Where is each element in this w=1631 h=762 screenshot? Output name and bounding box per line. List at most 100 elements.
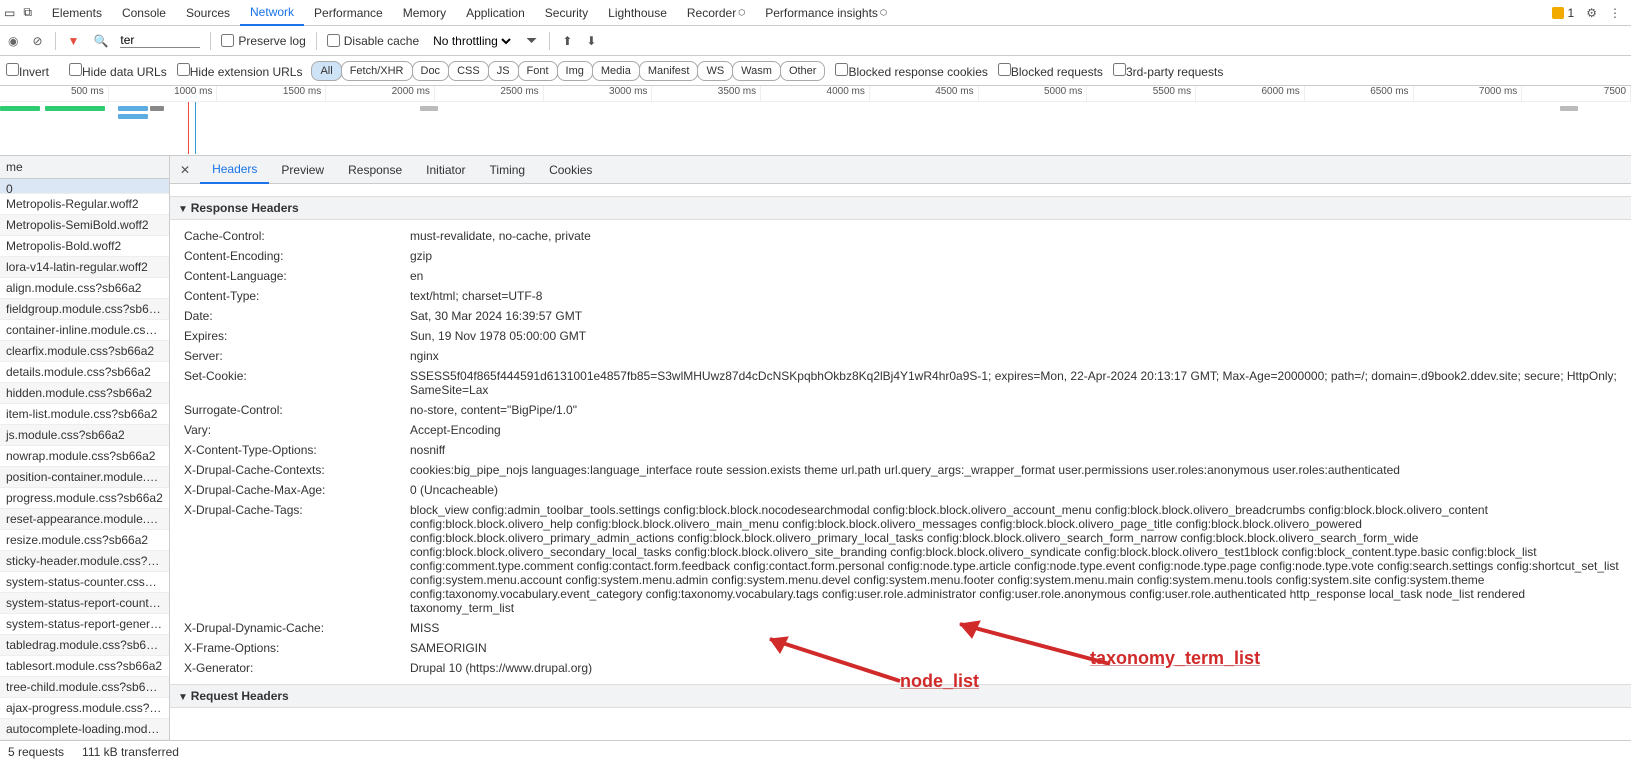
request-row[interactable]: hidden.module.css?sb66a2 (0, 383, 169, 404)
request-row[interactable]: details.module.css?sb66a2 (0, 362, 169, 383)
request-row[interactable]: nowrap.module.css?sb66a2 (0, 446, 169, 467)
filter-icon[interactable]: ▼ (66, 34, 82, 48)
request-row[interactable]: Metropolis-SemiBold.woff2 (0, 215, 169, 236)
type-chip-wasm[interactable]: Wasm (732, 61, 781, 81)
tab-network[interactable]: Network (240, 0, 304, 26)
tab-lighthouse[interactable]: Lighthouse (598, 0, 677, 26)
header-value: Sun, 19 Nov 1978 05:00:00 GMT (410, 329, 1621, 343)
subtab-initiator[interactable]: Initiator (414, 156, 477, 184)
inspect-icon[interactable]: ▭ (4, 6, 15, 20)
network-timeline[interactable]: 500 ms1000 ms1500 ms2000 ms2500 ms3000 m… (0, 86, 1631, 156)
type-chip-all[interactable]: All (311, 61, 341, 81)
tab-elements[interactable]: Elements (42, 0, 112, 26)
type-chip-js[interactable]: JS (488, 61, 519, 81)
type-chip-img[interactable]: Img (557, 61, 593, 81)
header-key: Content-Language: (180, 269, 410, 283)
request-row[interactable]: system-status-report-gener… (0, 614, 169, 635)
timeline-marker-blue (195, 102, 196, 154)
header-value: 0 (Uncacheable) (410, 483, 1621, 497)
timeline-bar (45, 106, 105, 111)
throttling-select[interactable]: No throttling (429, 33, 514, 49)
tab-recorder[interactable]: Recorder⬡ (677, 0, 755, 26)
request-row[interactable]: Metropolis-Regular.woff2 (0, 194, 169, 215)
request-row[interactable]: tree-child.module.css?sb66… (0, 677, 169, 698)
request-row[interactable]: sticky-header.module.css?s… (0, 551, 169, 572)
type-chip-fetch-xhr[interactable]: Fetch/XHR (341, 61, 413, 81)
filter-input[interactable] (120, 33, 200, 48)
separator (55, 32, 56, 50)
hide-data-checkbox[interactable]: Hide data URLs (69, 63, 167, 79)
tab-performance-insights[interactable]: Performance insights⬡ (755, 0, 897, 26)
header-row: X-Drupal-Cache-Tags:block_view config:ad… (180, 500, 1621, 618)
request-row[interactable]: reset-appearance.module.cs… (0, 509, 169, 530)
tab-application[interactable]: Application (456, 0, 535, 26)
hide-ext-checkbox[interactable]: Hide extension URLs (177, 63, 303, 79)
device-toggle-icon[interactable]: ⧉ (23, 5, 32, 20)
network-filters-row: Invert Hide data URLs Hide extension URL… (0, 56, 1631, 86)
type-chip-manifest[interactable]: Manifest (639, 61, 699, 81)
tab-sources[interactable]: Sources (176, 0, 240, 26)
tab-security[interactable]: Security (535, 0, 598, 26)
header-row: Cache-Control:must-revalidate, no-cache,… (180, 226, 1621, 246)
timeline-bar (420, 106, 438, 111)
request-row[interactable]: system-status-report-count… (0, 593, 169, 614)
column-head-name[interactable]: me (0, 156, 169, 179)
clear-icon[interactable]: ⊘ (30, 34, 44, 48)
warnings-indicator[interactable]: 1 (1546, 6, 1581, 20)
wifi-icon[interactable]: ⏷ (524, 32, 539, 49)
upload-icon[interactable]: ⬆ (560, 34, 574, 48)
request-row[interactable]: progress.module.css?sb66a2 (0, 488, 169, 509)
tab-memory[interactable]: Memory (393, 0, 456, 26)
request-row[interactable]: js.module.css?sb66a2 (0, 425, 169, 446)
type-chip-other[interactable]: Other (780, 61, 826, 81)
header-value: nosniff (410, 443, 1621, 457)
blocked-cookies-checkbox[interactable]: Blocked response cookies (835, 63, 987, 79)
request-row[interactable]: position-container.module.c… (0, 467, 169, 488)
third-party-checkbox[interactable]: 3rd-party requests (1113, 63, 1223, 79)
request-row[interactable]: lora-v14-latin-regular.woff2 (0, 257, 169, 278)
type-chip-doc[interactable]: Doc (412, 61, 450, 81)
type-chip-media[interactable]: Media (592, 61, 640, 81)
request-row[interactable]: item-list.module.css?sb66a2 (0, 404, 169, 425)
request-row[interactable]: tabledrag.module.css?sb66a2 (0, 635, 169, 656)
request-details-pane: ✕ HeadersPreviewResponseInitiatorTimingC… (170, 156, 1631, 740)
kebab-icon[interactable]: ⋮ (1603, 6, 1627, 20)
request-row[interactable]: system-status-counter.css?… (0, 572, 169, 593)
invert-checkbox[interactable]: Invert (6, 63, 49, 79)
tab-performance[interactable]: Performance (304, 0, 393, 26)
header-row: Set-Cookie:SSESS5f04f865f444591d6131001e… (180, 366, 1621, 400)
header-row: Vary:Accept-Encoding (180, 420, 1621, 440)
tab-console[interactable]: Console (112, 0, 176, 26)
request-row[interactable]: fieldgroup.module.css?sb66… (0, 299, 169, 320)
close-icon[interactable]: ✕ (170, 163, 200, 177)
request-row[interactable]: tablesort.module.css?sb66a2 (0, 656, 169, 677)
record-icon[interactable]: ◉ (6, 34, 20, 48)
type-chip-font[interactable]: Font (518, 61, 558, 81)
gear-icon[interactable]: ⚙ (1580, 6, 1603, 20)
request-row[interactable]: ajax-progress.module.css?s… (0, 698, 169, 719)
request-row[interactable]: resize.module.css?sb66a2 (0, 530, 169, 551)
timeline-bar (0, 106, 40, 111)
status-transferred: 111 kB transferred (82, 745, 179, 759)
preserve-log-checkbox[interactable]: Preserve log (221, 34, 305, 48)
request-row[interactable]: container-inline.module.css?… (0, 320, 169, 341)
download-icon[interactable]: ⬇ (584, 34, 598, 48)
request-row[interactable]: autocomplete-loading.modu… (0, 719, 169, 740)
request-row[interactable]: align.module.css?sb66a2 (0, 278, 169, 299)
request-row[interactable]: clearfix.module.css?sb66a2 (0, 341, 169, 362)
type-chip-ws[interactable]: WS (697, 61, 733, 81)
subtab-timing[interactable]: Timing (478, 156, 538, 184)
search-icon[interactable]: 🔍 (91, 34, 110, 48)
request-row[interactable]: Metropolis-Bold.woff2 (0, 236, 169, 257)
subtab-cookies[interactable]: Cookies (537, 156, 604, 184)
response-headers-section[interactable]: Response Headers (170, 196, 1631, 220)
request-row-selected[interactable]: 0 (0, 179, 169, 194)
disable-cache-checkbox[interactable]: Disable cache (327, 34, 419, 48)
status-bar: 5 requests 111 kB transferred (0, 740, 1631, 762)
type-chip-css[interactable]: CSS (448, 61, 489, 81)
subtab-response[interactable]: Response (336, 156, 414, 184)
subtab-headers[interactable]: Headers (200, 156, 269, 184)
subtab-preview[interactable]: Preview (269, 156, 336, 184)
network-main: me 0 Metropolis-Regular.woff2Metropolis-… (0, 156, 1631, 740)
blocked-requests-checkbox[interactable]: Blocked requests (998, 63, 1103, 79)
